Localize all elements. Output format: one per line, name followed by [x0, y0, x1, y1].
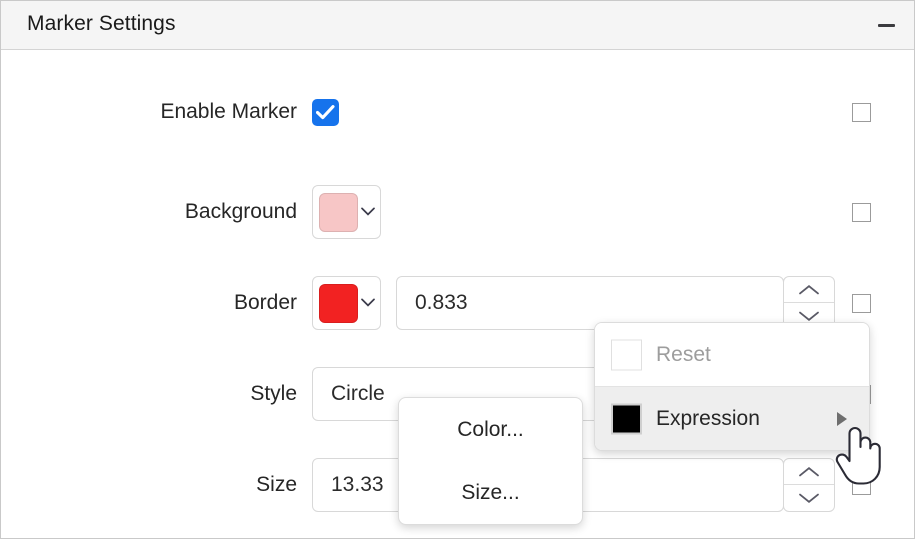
- page-title: Marker Settings: [27, 12, 176, 35]
- black-square-icon: [611, 403, 642, 434]
- size-value: 13.33: [331, 473, 384, 496]
- chevron-down-icon: [799, 311, 819, 321]
- menu-item-expression-label: Expression: [656, 406, 760, 430]
- size-stepper[interactable]: [783, 458, 835, 512]
- menu-item-reset-label: Reset: [656, 342, 711, 366]
- chevron-down-icon: [799, 493, 819, 503]
- label-wrap-style: Style: [1, 364, 297, 424]
- row-background: Background: [1, 182, 914, 242]
- check-icon: [316, 105, 335, 120]
- row-enable-marker: Enable Marker: [1, 82, 914, 142]
- override-checkbox-border[interactable]: [852, 294, 871, 313]
- minus-icon: [877, 23, 895, 27]
- size-increment-button[interactable]: [784, 459, 834, 485]
- menu-item-expression[interactable]: Expression: [595, 387, 869, 450]
- label-wrap-border: Border: [1, 273, 297, 333]
- context-menu: Reset Expression: [594, 322, 870, 451]
- border-color-swatch: [319, 284, 358, 323]
- empty-square-icon: [611, 339, 642, 370]
- submenu-item-size[interactable]: Size...: [399, 461, 582, 524]
- label-enable-marker: Enable Marker: [160, 100, 297, 123]
- override-checkbox-size[interactable]: [852, 476, 871, 495]
- label-border: Border: [233, 291, 297, 314]
- label-wrap-size: Size: [1, 455, 297, 515]
- label-background: Background: [184, 200, 297, 223]
- panel-header: Marker Settings: [1, 1, 914, 50]
- chevron-down-icon: [361, 298, 375, 307]
- size-decrement-button[interactable]: [784, 485, 834, 511]
- marker-settings-panel: Marker Settings Enable Marker Background: [0, 0, 915, 539]
- override-checkbox-enable-marker[interactable]: [852, 103, 871, 122]
- enable-marker-checkbox[interactable]: [312, 99, 339, 126]
- menu-item-reset[interactable]: Reset: [595, 323, 869, 386]
- label-wrap-enable-marker: Enable Marker: [1, 82, 297, 142]
- background-color-picker[interactable]: [312, 185, 381, 239]
- collapse-panel-button[interactable]: [872, 12, 900, 38]
- label-style: Style: [250, 382, 297, 405]
- submenu-item-color[interactable]: Color...: [399, 398, 582, 461]
- submenu-arrow-icon: [837, 411, 847, 426]
- chevron-up-icon: [799, 284, 819, 294]
- border-width-increment-button[interactable]: [784, 277, 834, 303]
- chevron-up-icon: [799, 466, 819, 476]
- label-size: Size: [256, 473, 297, 496]
- expression-submenu: Color... Size...: [398, 397, 583, 525]
- label-wrap-background: Background: [1, 182, 297, 242]
- background-color-swatch: [319, 193, 358, 232]
- border-width-value: 0.833: [415, 291, 468, 314]
- override-checkbox-background[interactable]: [852, 203, 871, 222]
- border-color-picker[interactable]: [312, 276, 381, 330]
- chevron-down-icon: [361, 207, 375, 216]
- style-value: Circle: [331, 382, 385, 405]
